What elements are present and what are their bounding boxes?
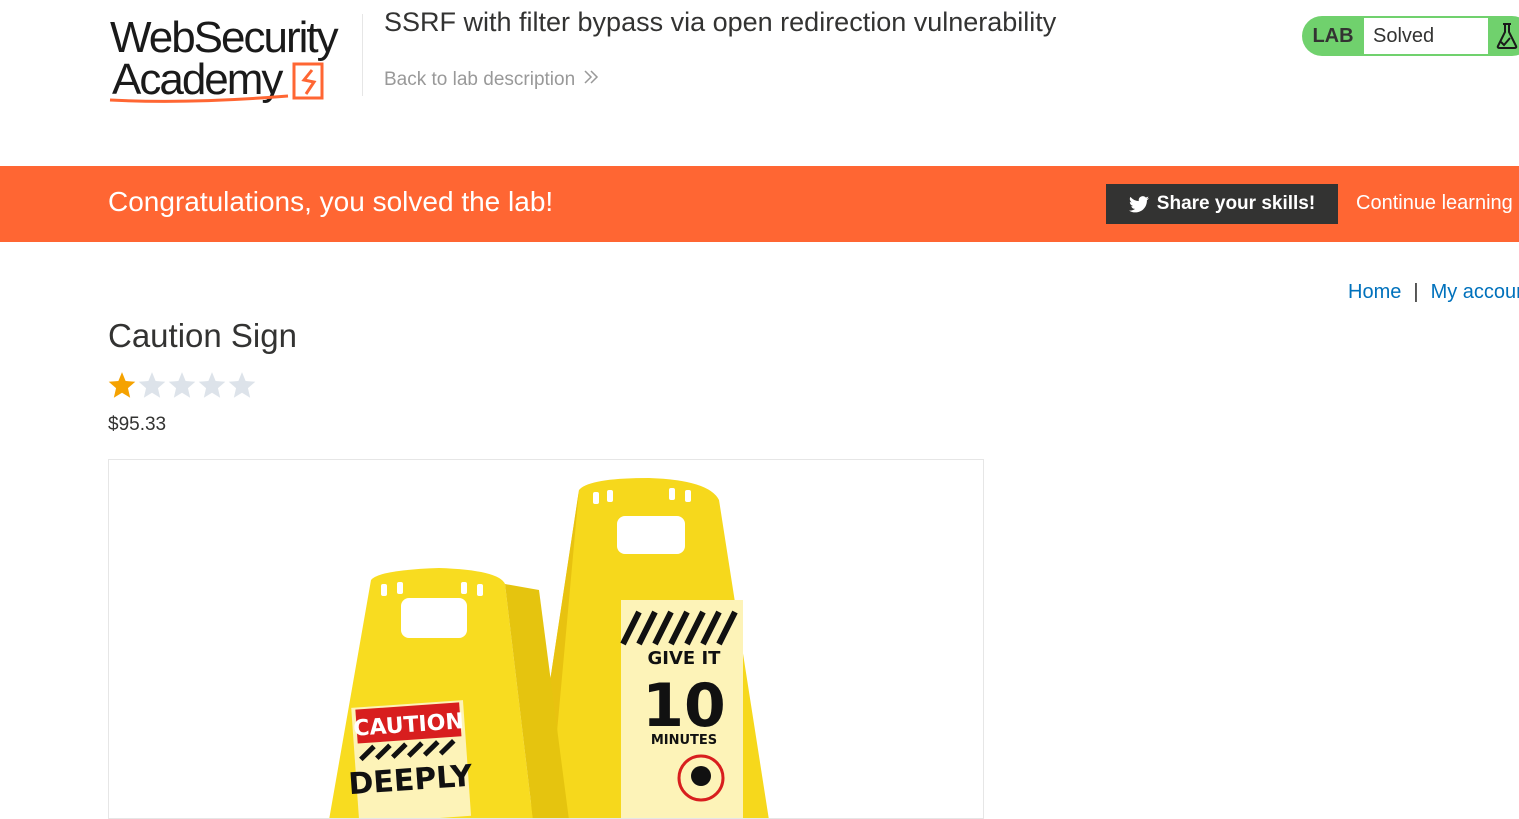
sign-right-top: GIVE IT xyxy=(648,648,722,669)
lab-status-widget: LAB Solved xyxy=(1302,16,1519,56)
product-title: Caution Sign xyxy=(108,317,297,354)
continue-learning-link[interactable]: Continue learning xyxy=(1356,192,1513,215)
academy-logo[interactable]: WebSecurity Academy xyxy=(108,12,360,108)
star-icon-filled xyxy=(108,372,136,398)
star-icon-empty xyxy=(138,372,166,398)
banner-message: Congratulations, you solved the lab! xyxy=(108,186,554,217)
share-skills-button[interactable]: Share your skills! xyxy=(1106,184,1338,224)
star-icon-empty xyxy=(168,372,196,398)
back-to-lab-description-link[interactable]: Back to lab description xyxy=(384,69,599,91)
product-rating xyxy=(108,372,256,399)
lab-badge: LAB xyxy=(1312,25,1354,47)
sign-right-number: 10 xyxy=(642,671,726,741)
star-icon-empty xyxy=(198,372,226,398)
nav-home-link[interactable]: Home xyxy=(1348,281,1401,303)
logo-line2: Academy xyxy=(112,55,283,104)
header-divider xyxy=(362,14,363,96)
nav-separator: | xyxy=(1413,281,1419,303)
top-nav: Home | My account xyxy=(1348,281,1519,304)
lab-status-text: Solved xyxy=(1364,18,1488,54)
solved-banner: Congratulations, you solved the lab! Sha… xyxy=(0,166,1519,242)
product-price: $95.33 xyxy=(108,414,167,435)
nav-my-account-link[interactable]: My account xyxy=(1431,281,1519,303)
sign-right-unit: MINUTES xyxy=(651,733,717,748)
flask-icon xyxy=(1495,22,1519,55)
twitter-icon xyxy=(1128,195,1149,212)
double-chevron-right-icon xyxy=(583,69,599,91)
lab-title: SSRF with filter bypass via open redirec… xyxy=(384,7,1057,37)
star-icon-empty xyxy=(228,372,256,398)
back-link-label: Back to lab description xyxy=(384,69,576,90)
product-image: GIVE IT 10 MINUTES CAUTION DEEPLY xyxy=(108,459,984,819)
share-skills-label: Share your skills! xyxy=(1156,193,1316,214)
